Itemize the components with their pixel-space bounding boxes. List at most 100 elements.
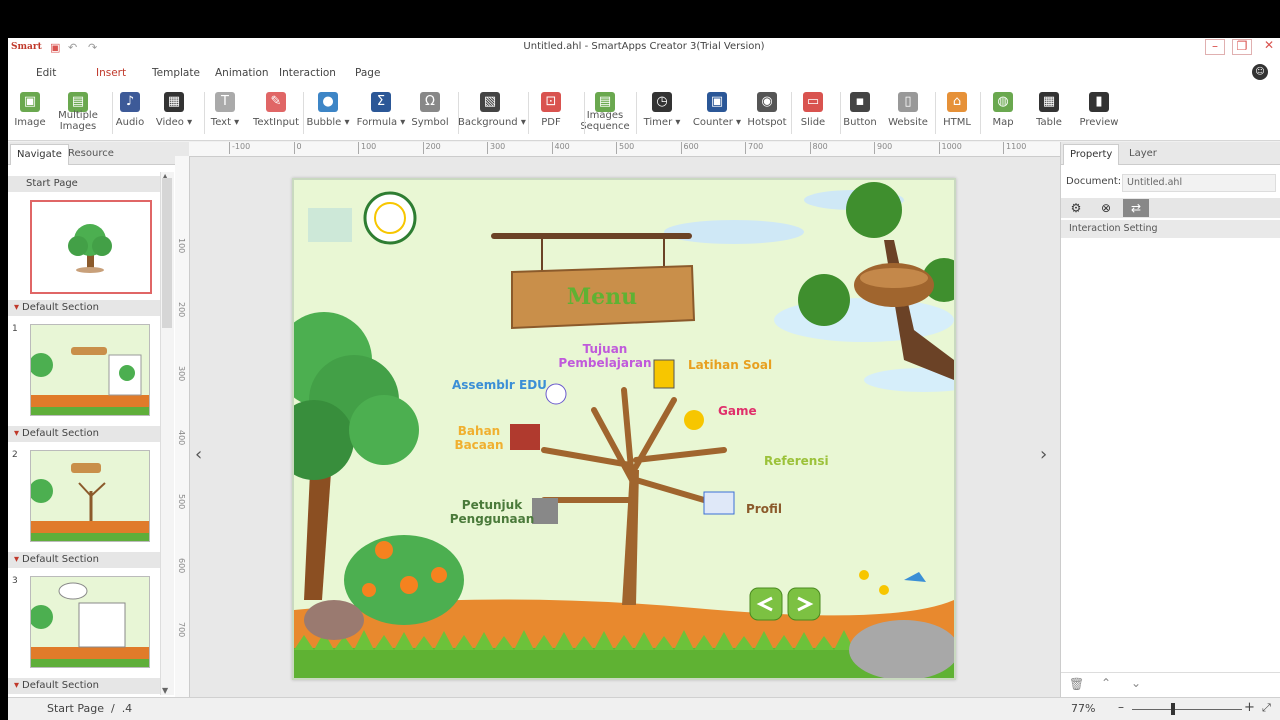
section-header[interactable]: ▾ Default Section [8,552,160,568]
tool-html[interactable]: ⌂ HTML [939,86,975,140]
tool-counter[interactable]: ▣ Counter ▾ [692,86,742,140]
page-indicator: Start Page / .4 [47,702,133,715]
menu-title: Menu [566,284,638,310]
tool-label: Button [843,117,877,128]
forward-arrow-button[interactable] [788,588,820,620]
tool-label: Image [14,117,46,128]
canvas-workspace: -100 0 100 200 300 400 500 600 700 800 900 1000 1100… [175,142,1060,697]
tool-label: Bubble ▾ [306,117,350,128]
tab-resource[interactable]: Resource [62,144,120,164]
zoom-slider[interactable] [1132,709,1242,710]
toolbar-separator [584,92,585,134]
tool-bubble[interactable]: ● Bubble ▾ [304,86,352,140]
tool-textinput[interactable]: ✎ TextInput [252,86,300,140]
page-canvas[interactable]: Menu Tujuan Pembelajaran Latihan Soal As… [292,178,956,680]
html-icon: ⌂ [947,92,967,112]
petunjuk-penggunaan-link[interactable]: Petunjuk Penggunaan [444,498,540,526]
latihan-soal-link[interactable]: Latihan Soal [688,358,772,372]
close-button[interactable]: ✕ [1259,39,1279,55]
interaction-setting-header: Interaction Setting [1061,220,1280,238]
tool-pdf[interactable]: ⊡ PDF [536,86,566,140]
target-icon[interactable]: ⊗ [1093,199,1119,217]
back-arrow-button[interactable] [750,588,782,620]
tool-hotspot[interactable]: ◉ Hotspot [744,86,790,140]
tujuan-pembelajaran-link[interactable]: Tujuan Pembelajaran [550,342,660,370]
tool-formula[interactable]: Σ Formula ▾ [355,86,407,140]
menu-page[interactable]: Page [355,67,380,79]
tool-button[interactable]: ▪ Button [839,86,881,140]
tool-audio[interactable]: ♪ Audio [112,86,148,140]
tab-layer[interactable]: Layer [1123,144,1163,164]
profil-link[interactable]: Profil [746,502,782,516]
previous-page-arrow[interactable]: ‹ [195,444,202,465]
menu-template[interactable]: Template [152,67,200,79]
tool-text[interactable]: T Text ▾ [208,86,242,140]
ruler-tick: 800 [809,142,828,154]
ruler-tick: 500 [616,142,634,154]
tool-label: Formula ▾ [356,117,406,128]
tool-slide[interactable]: ▭ Slide [796,86,830,140]
toolbar-separator [112,92,113,134]
tab-navigate[interactable]: Navigate [10,144,69,165]
document-name-field[interactable]: Untitled.ahl [1122,174,1276,192]
menu-interaction[interactable]: Interaction [279,67,336,79]
tool-image[interactable]: ▣ Image [10,86,50,140]
thumbnail-scrollbar[interactable]: ▲ ▼ [160,172,174,695]
page-thumbnail-1[interactable] [30,324,150,416]
menu-edit[interactable]: Edit [36,67,56,79]
tool-images-sequence[interactable]: ▤ Images Sequence [580,86,630,140]
assemblr-edu-link[interactable]: Assemblr EDU [452,378,547,392]
counter-icon: ▣ [707,92,727,112]
fit-screen-icon[interactable]: ⤢ [1262,701,1271,715]
tool-multiple-images[interactable]: ▤ Multiple Images [54,86,102,140]
menu-insert[interactable]: Insert [81,67,141,88]
menu-animation[interactable]: Animation [215,67,269,79]
slide-icon: ▭ [803,92,823,112]
interaction-arrows-icon[interactable]: ⇄ [1123,199,1149,217]
stopwatch-icon: ◷ [652,92,672,112]
tool-label: Background ▾ [458,117,526,128]
website-icon: ▯ [898,92,918,112]
section-header[interactable]: ▾ Default Section [8,300,160,316]
page-background [294,182,954,678]
next-page-arrow[interactable]: › [1040,444,1047,465]
zoom-in-icon[interactable]: + [1244,700,1255,715]
tool-label: Text ▾ [210,117,240,128]
zoom-slider-handle[interactable] [1171,703,1175,715]
move-up-icon[interactable]: ⌃ [1101,676,1111,690]
tool-table[interactable]: ▦ Table [1031,86,1067,140]
bahan-bacaan-link[interactable]: Bahan Bacaan [444,424,514,452]
tool-label: HTML [943,117,971,128]
section-header[interactable]: ▾ Default Section [8,678,160,694]
game-link[interactable]: Game [718,404,757,418]
tool-background[interactable]: ▧ Background ▾ [458,86,526,140]
toolbar-separator [636,92,637,134]
tool-symbol[interactable]: Ω Symbol [410,86,450,140]
trash-icon[interactable]: 🗑 [1069,677,1084,691]
section-header[interactable]: ▾ Default Section [8,426,160,442]
gear-icon[interactable]: ⚙ [1063,199,1089,217]
ruler-tick: 300 [487,142,505,154]
ruler-tick: 900 [874,142,892,154]
map-icon: ◍ [993,92,1013,112]
minimize-button[interactable]: – [1205,39,1225,55]
move-down-icon[interactable]: ⌄ [1131,676,1141,690]
ruler-tick: 1000 [938,142,962,154]
zoom-out-icon[interactable]: – [1118,700,1124,714]
tool-video[interactable]: ▦ Video ▾ [154,86,194,140]
images-sequence-icon: ▤ [595,92,615,112]
tool-website[interactable]: ▯ Website [885,86,931,140]
user-avatar[interactable]: ☺ [1252,64,1268,80]
referensi-link[interactable]: Referensi [764,454,829,468]
text-input-icon: ✎ [266,92,286,112]
start-page-thumbnail[interactable] [30,200,152,294]
sigma-icon: Σ [371,92,391,112]
tab-property[interactable]: Property [1063,144,1120,165]
tool-preview[interactable]: ▮ Preview [1076,86,1122,140]
property-panel: Property Layer Document: Untitled.ahl ⚙ … [1060,142,1280,697]
page-thumbnail-2[interactable] [30,450,150,542]
restore-button[interactable]: ❐ [1232,39,1252,55]
tool-timer[interactable]: ◷ Timer ▾ [642,86,682,140]
page-thumbnail-3[interactable] [30,576,150,668]
tool-map[interactable]: ◍ Map [986,86,1020,140]
